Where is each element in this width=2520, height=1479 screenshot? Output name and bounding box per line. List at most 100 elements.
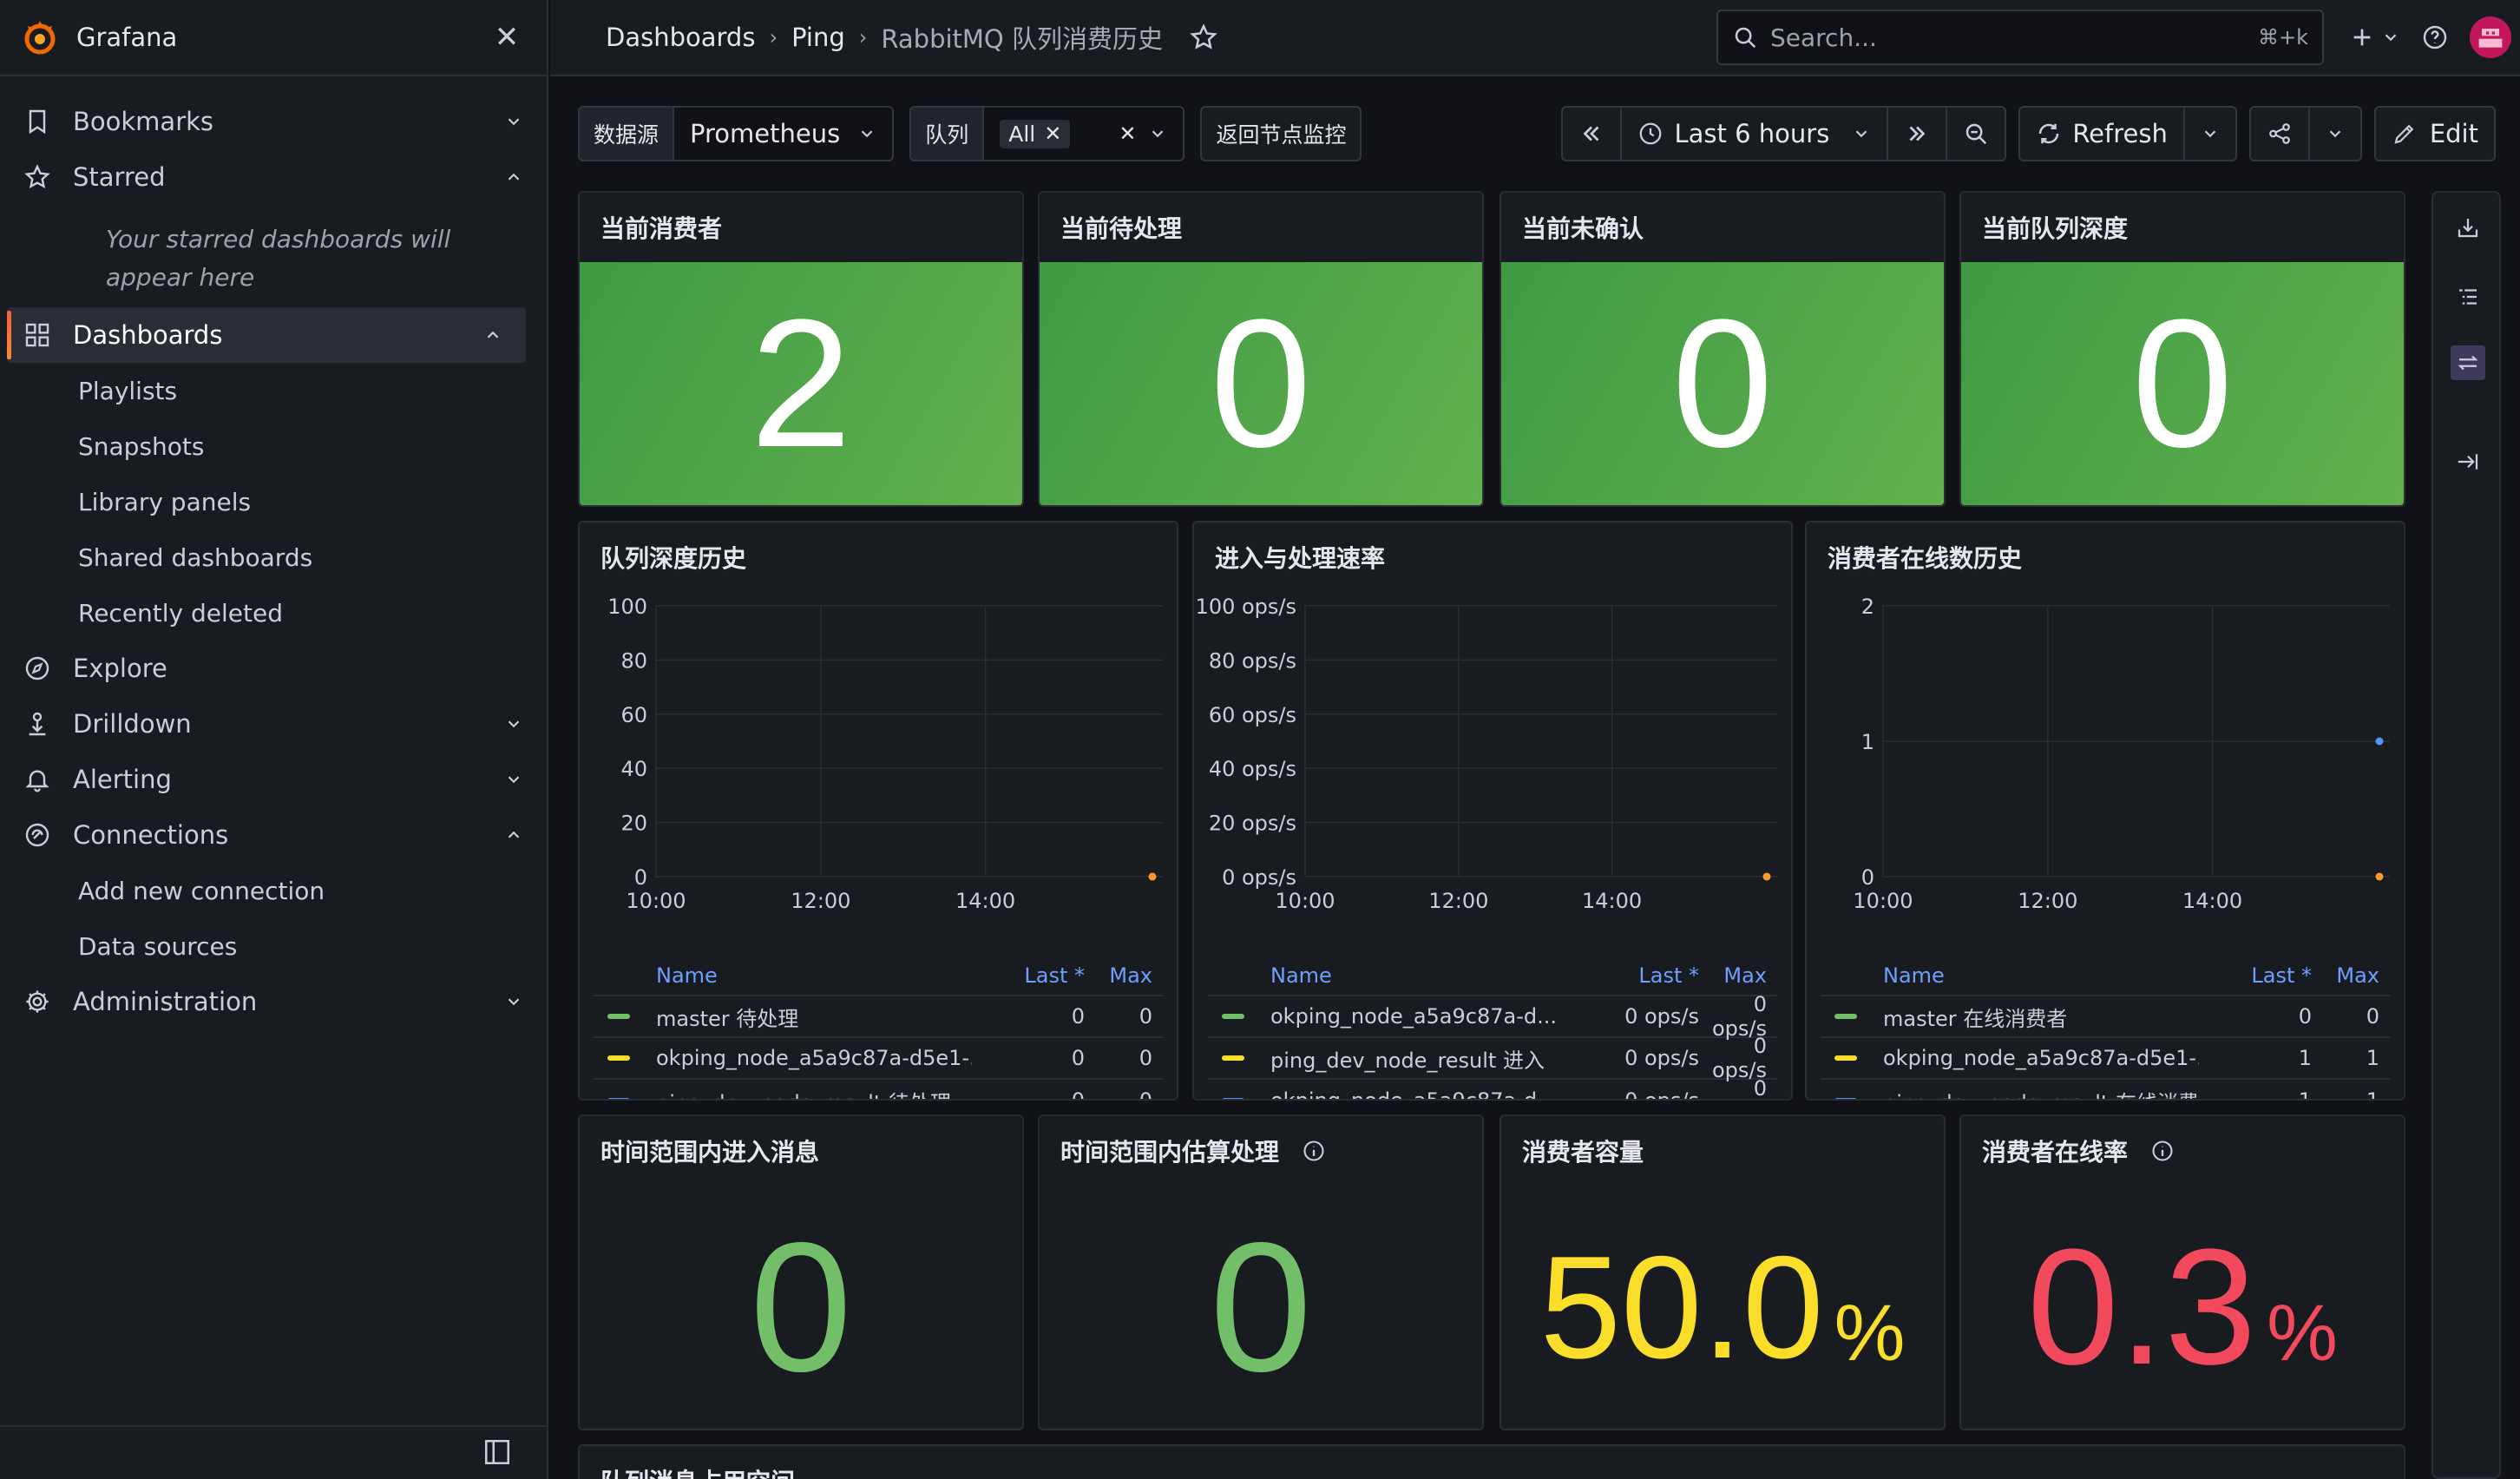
help-button[interactable] — [2421, 18, 2449, 56]
legend-row[interactable]: master 在线消费者 0 0 — [1821, 996, 2390, 1038]
chevron-up-icon[interactable] — [502, 823, 526, 847]
queue-variable[interactable]: 队列 All ✕ ✕ — [909, 106, 1185, 161]
avatar[interactable] — [2470, 16, 2511, 58]
legend-row[interactable]: ping_dev_node_result 待处理 0 0 — [594, 1080, 1163, 1099]
back-to-node-monitor-link[interactable]: 返回节点监控 — [1200, 106, 1362, 161]
time-range-picker[interactable]: Last 6 hours — [1622, 108, 1889, 160]
sidebar-item-label: Alerting — [73, 765, 172, 794]
legend-header-name[interactable]: Name — [1821, 963, 2199, 988]
sidebar-item-add-new-connection[interactable]: Add new connection — [0, 863, 547, 918]
stat-panel-current-queue-depth[interactable]: 当前队列深度 0 — [1959, 191, 2405, 507]
stat-panel-current-unacked[interactable]: 当前未确认 0 — [1500, 191, 1946, 507]
panel-title: 队列消息占用空间 — [600, 1463, 795, 1479]
sidebar-item-dashboards[interactable]: Dashboards — [7, 307, 526, 363]
sidebar-item-data-sources[interactable]: Data sources — [0, 918, 547, 974]
datasource-select[interactable]: Prometheus — [674, 108, 892, 160]
bookmark-icon — [23, 107, 52, 136]
legend-row[interactable]: okping_node_a5a9c87a-d5e1-... 0 0 — [594, 1038, 1163, 1080]
panel-queue-message-storage[interactable]: 队列消息占用空间 — [578, 1444, 2405, 1479]
share-options-button[interactable] — [2310, 108, 2360, 160]
zoom-out-button[interactable] — [1947, 108, 2005, 160]
legend-header-name[interactable]: Name — [594, 963, 972, 988]
legend-header-max[interactable]: Max — [1699, 963, 1777, 988]
queue-select[interactable]: All ✕ ✕ — [984, 108, 1183, 160]
breadcrumb-dashboards[interactable]: Dashboards — [606, 23, 755, 52]
close-icon[interactable]: ✕ — [488, 20, 526, 55]
top-bar: Dashboards › Ping › RabbitMQ 队列消费历史 Sear… — [550, 0, 2520, 76]
stat-panel-estimated-processed[interactable]: 时间范围内估算处理 0 — [1038, 1114, 1484, 1430]
search-input[interactable]: Search... ⌘+k — [1716, 10, 2324, 65]
panel-title: 时间范围内进入消息 — [600, 1134, 819, 1168]
sidebar-item-starred[interactable]: Starred — [0, 149, 547, 205]
time-shift-back-button[interactable] — [1563, 108, 1623, 160]
refresh-button[interactable]: Refresh — [2020, 108, 2185, 160]
stat-panel-consumer-online-rate[interactable]: 消费者在线率 0.3 % — [1959, 1114, 2405, 1430]
datasource-variable[interactable]: 数据源 Prometheus — [578, 106, 895, 161]
chevrons-left-icon — [1584, 126, 1599, 141]
sidebar-item-shared-dashboards[interactable]: Shared dashboards — [0, 529, 547, 585]
stat-panel-current-consumers[interactable]: 当前消费者 2 — [578, 191, 1024, 507]
collapse-rail-button[interactable] — [2451, 444, 2485, 479]
time-shift-forward-button[interactable] — [1888, 108, 1948, 160]
info-icon[interactable] — [2150, 1139, 2175, 1163]
remove-value-icon[interactable]: ✕ — [1044, 122, 1061, 146]
sidebar-item-bookmarks[interactable]: Bookmarks — [0, 94, 547, 149]
sidebar-item-library-panels[interactable]: Library panels — [0, 474, 547, 529]
legend-header: Name Last * Max — [1821, 956, 2390, 996]
sidebar-item-drilldown[interactable]: Drilldown — [0, 696, 547, 752]
legend-series-name: okping_node_a5a9c87a-d... — [1270, 1004, 1557, 1029]
sidebar-item-playlists[interactable]: Playlists — [0, 363, 547, 418]
stat-panel-consumer-capacity[interactable]: 消费者容量 50.0 % — [1500, 1114, 1946, 1430]
timeseries-panel-consumers-online[interactable]: 消费者在线数历史 0 1 2 10:00 12:00 14:00 Name Last * Ma… — [1805, 521, 2405, 1101]
legend-header-max[interactable]: Max — [1085, 963, 1163, 988]
sidebar-item-alerting[interactable]: Alerting — [0, 752, 547, 807]
clear-icon[interactable]: ✕ — [1119, 122, 1136, 146]
legend-header-last[interactable]: Last * — [1586, 963, 1699, 988]
timeseries-panel-queue-depth[interactable]: 队列深度历史 0 20 40 60 80 100 10:00 12:00 14:00 Name L… — [578, 521, 1178, 1101]
sidebar-item-connections[interactable]: Connections — [0, 807, 547, 863]
queue-value-pill[interactable]: All ✕ — [1000, 119, 1071, 148]
x-tick-label: 10:00 — [1853, 889, 1913, 913]
breadcrumb-ping[interactable]: Ping — [791, 23, 845, 52]
legend-last-value: 0 ops/s — [1624, 1004, 1699, 1029]
stat-panel-messages-in-range[interactable]: 时间范围内进入消息 0 — [578, 1114, 1024, 1430]
chevron-down-icon[interactable] — [502, 109, 526, 134]
legend-header-name[interactable]: Name — [1208, 963, 1586, 988]
sidebar-item-administration[interactable]: Administration — [0, 974, 547, 1029]
mark-favorite-star-icon[interactable] — [1189, 23, 1218, 52]
stat-value: 0 — [2131, 281, 2234, 485]
legend-row[interactable]: ping_dev_node_result 在线消费者 1 1 — [1821, 1080, 2390, 1099]
chevron-down-icon[interactable] — [502, 989, 526, 1014]
info-icon[interactable] — [1302, 1139, 1326, 1163]
legend-row[interactable]: okping_node_a5a9c87a-d5e1-... 1 1 — [1821, 1038, 2390, 1080]
legend-header-max[interactable]: Max — [2312, 963, 2390, 988]
legend-header-last[interactable]: Last * — [2199, 963, 2312, 988]
legend-row[interactable]: okping_node_a5a9c87a-d...0 ops/s0 ops/s — [1208, 1076, 1777, 1099]
switch-button[interactable] — [2451, 345, 2485, 380]
edit-button[interactable]: Edit — [2373, 106, 2496, 161]
legend-row[interactable]: okping_node_a5a9c87a-d...0 ops/s0 ops/s — [1208, 992, 1777, 1041]
add-new-button[interactable] — [2348, 18, 2400, 56]
chevron-up-icon[interactable] — [481, 323, 505, 347]
timeseries-panel-in-out-rate[interactable]: 进入与处理速率 0 ops/s 20 ops/s 40 ops/s 60 ops/s 8… — [1192, 521, 1793, 1101]
legend-row[interactable]: ping_dev_node_result 进入 0 ops/s 0 ops/s — [1208, 1034, 1777, 1082]
chevron-down-icon[interactable] — [502, 767, 526, 792]
chart-legend: Name Last * Max master 待处理 0 0 okping_node_a5a… — [594, 956, 1163, 1099]
stat-panel-current-pending[interactable]: 当前待处理 0 — [1038, 191, 1484, 507]
sidebar-item-explore[interactable]: Explore — [0, 641, 547, 696]
sidebar-item-snapshots[interactable]: Snapshots — [0, 418, 547, 474]
import-button[interactable] — [2451, 210, 2485, 245]
sidebar-item-recently-deleted[interactable]: Recently deleted — [0, 585, 547, 641]
legend-row[interactable]: master 待处理 0 0 — [594, 996, 1163, 1038]
share-button[interactable] — [2251, 108, 2310, 160]
grafana-logo-icon[interactable] — [21, 18, 59, 56]
dock-menu-icon[interactable] — [482, 1437, 512, 1467]
legend-series-name: okping_node_a5a9c87a-d5e1-... — [1883, 1046, 2199, 1070]
stat-background: 2 — [580, 262, 1022, 505]
chevron-down-icon[interactable] — [502, 712, 526, 736]
outline-button[interactable] — [2451, 279, 2485, 314]
legend-header-last[interactable]: Last * — [972, 963, 1085, 988]
legend-max-value: 0 ops/s — [1753, 1076, 1767, 1101]
chevron-up-icon[interactable] — [502, 165, 526, 189]
refresh-interval-button[interactable] — [2185, 108, 2235, 160]
